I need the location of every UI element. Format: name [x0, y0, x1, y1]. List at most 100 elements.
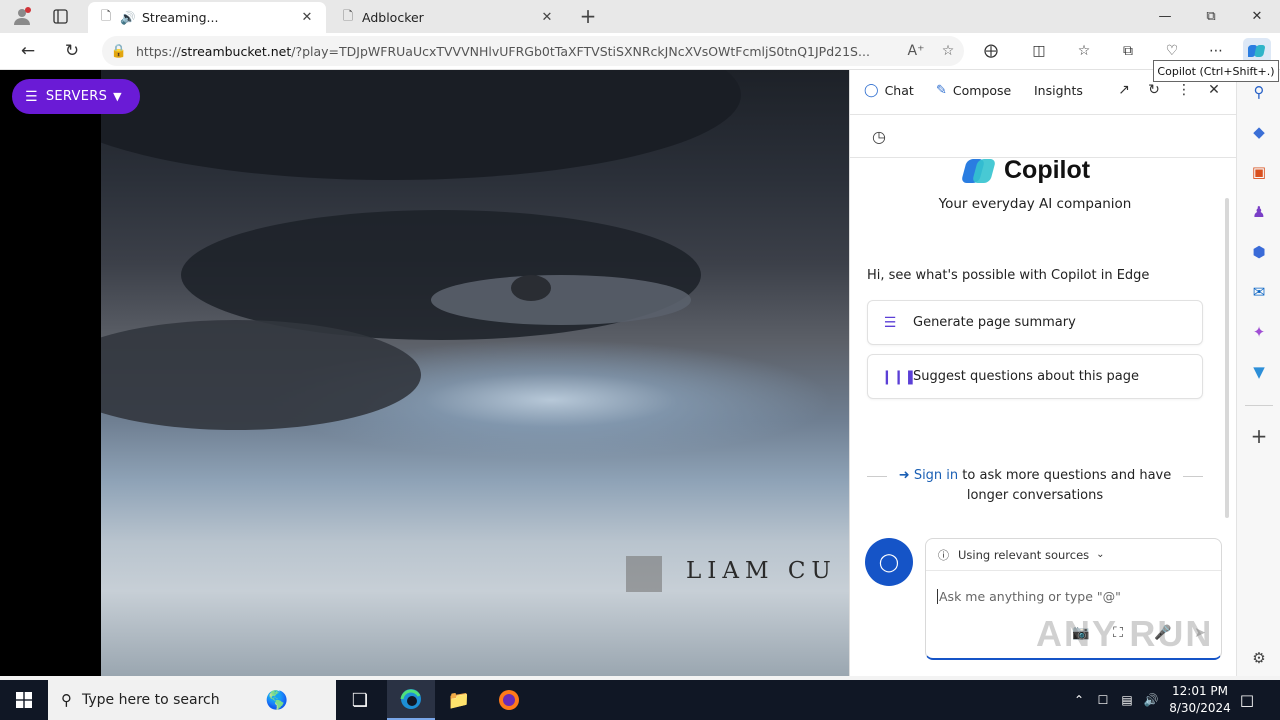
copilot-logo-icon	[960, 157, 997, 185]
suggestion-generate-summary[interactable]: ☰ Generate page summary	[867, 300, 1203, 345]
compose-icon: ✎	[936, 83, 947, 98]
add-image-icon[interactable]: 📷	[1069, 625, 1093, 647]
microphone-icon[interactable]: 🎤	[1151, 625, 1175, 647]
shopping-icon[interactable]: ◆	[1247, 120, 1271, 144]
sidebar-settings-icon[interactable]: ⚙	[1247, 646, 1271, 670]
close-pane-icon[interactable]: ✕	[1203, 82, 1225, 104]
chat-input[interactable]	[937, 589, 1207, 604]
chevron-down-icon: ⌄	[1096, 549, 1105, 560]
taskbar-search[interactable]: ⚲ Type here to search 🌎	[48, 680, 336, 720]
new-topic-button[interactable]: ◯	[865, 538, 913, 586]
collections-icon[interactable]: ⧉	[1114, 38, 1142, 64]
drop-icon[interactable]: ▼	[1247, 360, 1271, 384]
tab-strip: 🗋 🔊 Streaming... ✕ 🗋 Adblocker ✕ + — ⧉ ✕	[0, 0, 1280, 33]
tab-compose[interactable]: ✎ Compose	[936, 83, 1011, 98]
video-scenery	[511, 275, 551, 301]
signin-prompt: ➜ Sign in to ask more questions and have…	[867, 466, 1203, 506]
screenshot-icon[interactable]: ⛶	[1106, 625, 1130, 647]
tab-insights-label: Insights	[1034, 83, 1083, 98]
url-text[interactable]: https://streambucket.net/?play=TDJpWFRUa…	[136, 44, 900, 59]
chat-composer: ⓘ Using relevant sources ⌄ 📷 ⛶ 🎤 ➤	[925, 538, 1222, 660]
page-icon: 🗋	[100, 8, 112, 23]
clock-date: 8/30/2024	[1169, 701, 1231, 715]
restore-button[interactable]: ⧉	[1188, 0, 1234, 32]
security-icon[interactable]: ☐	[1092, 680, 1114, 720]
signin-text-2: longer conversations	[966, 488, 1104, 503]
games-icon[interactable]: ♟	[1247, 200, 1271, 224]
video-credit-text: LIAM CU	[686, 558, 837, 584]
chevron-down-icon: ▼	[113, 90, 122, 103]
search-highlight-icon: 🌎	[265, 689, 289, 711]
sources-dropdown[interactable]: ⓘ Using relevant sources ⌄	[926, 539, 1221, 571]
new-tab-icon[interactable]: +	[576, 4, 600, 28]
copilot-pane: ◯ Chat ✎ Compose Insights ↗ ↻ ⋮ ✕ ◷ Copi…	[849, 70, 1237, 676]
close-window-button[interactable]: ✕	[1234, 0, 1280, 32]
back-button[interactable]: ←	[13, 37, 43, 65]
favorites-icon[interactable]: ☆	[1070, 38, 1098, 64]
signin-text: to ask more questions and have	[958, 468, 1172, 483]
refresh-button[interactable]: ↻	[57, 37, 87, 65]
profile-icon[interactable]	[10, 5, 34, 27]
outlook-icon[interactable]: ✉	[1247, 280, 1271, 304]
speaker-icon[interactable]: 🔊	[120, 10, 136, 26]
suggestion-questions[interactable]: ❙❙❚ Suggest questions about this page	[867, 354, 1203, 399]
list-icon: ☰	[25, 88, 38, 105]
volume-icon[interactable]: 🔊	[1140, 680, 1162, 720]
history-icon[interactable]: ◷	[868, 127, 890, 149]
send-icon[interactable]: ➤	[1188, 625, 1212, 647]
sources-label: Using relevant sources	[958, 547, 1090, 562]
video-scenery	[431, 275, 691, 325]
copilot-title: Copilot	[1004, 156, 1091, 184]
open-in-new-tab-icon[interactable]: ↗	[1113, 82, 1135, 104]
page-icon: 🗋	[342, 8, 354, 23]
show-hidden-icons-icon[interactable]: ⌃	[1068, 680, 1090, 720]
workspaces-icon[interactable]	[48, 5, 72, 27]
task-view-icon[interactable]: ❏	[336, 680, 384, 720]
video-player[interactable]: LIAM CU	[101, 70, 849, 676]
copilot-tooltip: Copilot (Ctrl+Shift+.)	[1153, 60, 1279, 82]
edge-taskbar-icon[interactable]	[387, 680, 435, 720]
microsoft-365-icon[interactable]: ⬢	[1247, 240, 1271, 264]
system-clock[interactable]: 12:01 PM 8/30/2024	[1160, 683, 1240, 717]
suggestion-label: Generate page summary	[913, 315, 1076, 330]
favorite-star-icon[interactable]: ☆	[932, 43, 964, 59]
clock-time: 12:01 PM	[1172, 684, 1228, 698]
start-button[interactable]	[0, 680, 48, 720]
more-options-icon[interactable]: ⋮	[1173, 82, 1195, 104]
designer-icon[interactable]: ✦	[1247, 320, 1271, 344]
address-bar[interactable]: 🔒 https://streambucket.net/?play=TDJpWFR…	[102, 36, 964, 66]
scrollbar[interactable]	[1225, 198, 1229, 518]
refresh-icon[interactable]: ↻	[1143, 82, 1165, 104]
network-icon[interactable]: ▤	[1116, 680, 1138, 720]
tab-adblocker[interactable]: 🗋 Adblocker ✕	[330, 2, 566, 33]
info-icon: ⓘ	[938, 548, 949, 562]
firefox-icon[interactable]	[485, 680, 533, 720]
new-chat-icon: ◯	[878, 551, 900, 573]
intro-text: Hi, see what's possible with Copilot in …	[867, 268, 1150, 283]
notifications-icon[interactable]: □	[1234, 680, 1260, 720]
close-tab-icon[interactable]: ✕	[298, 10, 316, 25]
signin-arrow-icon: ➜	[898, 468, 910, 483]
minimize-button[interactable]: —	[1142, 0, 1188, 32]
tab-streaming[interactable]: 🗋 🔊 Streaming... ✕	[88, 2, 326, 33]
tab-title: Streaming...	[142, 10, 219, 25]
tab-chat[interactable]: ◯ Chat	[864, 83, 914, 98]
tools-icon[interactable]: ▣	[1247, 160, 1271, 184]
extensions-icon[interactable]: ⨁	[977, 38, 1005, 64]
lock-icon[interactable]: 🔒	[102, 44, 136, 59]
file-explorer-icon[interactable]: 📁	[435, 680, 483, 720]
read-aloud-icon[interactable]: A⁺	[900, 43, 932, 59]
tab-title: Adblocker	[362, 10, 424, 25]
search-icon[interactable]: ⚲	[1247, 80, 1271, 104]
copilot-brand: Copilot	[960, 156, 1091, 185]
summary-icon: ☰	[883, 314, 897, 331]
close-tab-icon[interactable]: ✕	[538, 10, 556, 25]
tab-insights[interactable]: Insights	[1034, 83, 1083, 98]
toolbar: ← ↻ 🔒 https://streambucket.net/?play=TDJ…	[0, 33, 1280, 70]
divider	[1245, 405, 1273, 406]
signin-link[interactable]: Sign in	[914, 468, 958, 483]
servers-label: SERVERS	[45, 89, 108, 104]
split-screen-icon[interactable]: ◫	[1025, 38, 1053, 64]
servers-dropdown-button[interactable]: ☰ SERVERS ▼	[12, 79, 140, 114]
add-sidebar-app-icon[interactable]: +	[1247, 424, 1271, 448]
